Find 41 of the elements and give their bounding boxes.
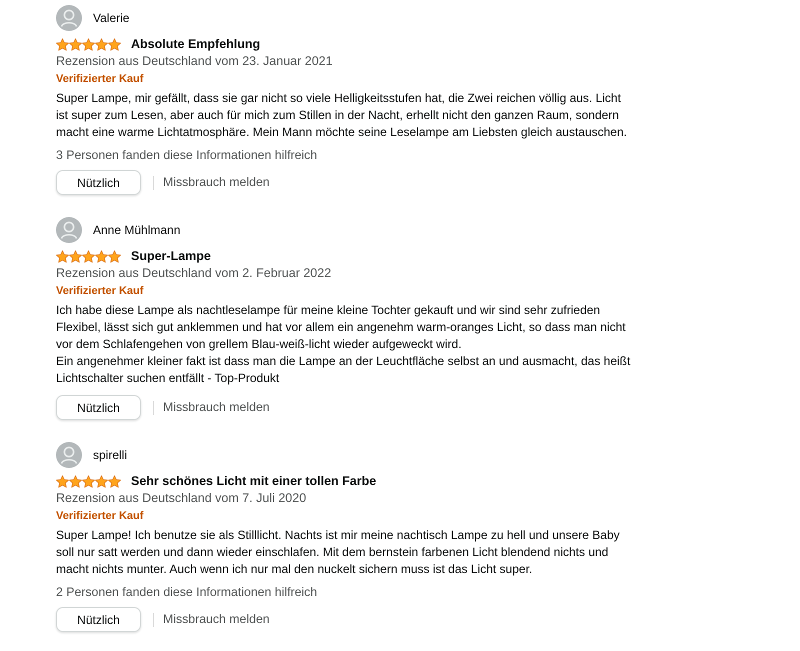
star-icon — [56, 250, 69, 262]
verified-purchase-label: Verifizierter Kauf — [56, 509, 144, 524]
star-icon — [56, 474, 69, 488]
review-text: Super Lampe! Ich benutze sie als Stilllicht. Nachts ist mir meine nachtisch Lampe zu hell und unsere Baby soll nur satt werden und dann wieder einschlafen. Mit dem bernstein farbenen Licht blendend nichts und macht nichts munter. Auch wenn ich nur mal den nuckelt sichern muss ist das Licht super. — [56, 527, 621, 578]
star-icon — [95, 250, 108, 262]
helpful-button[interactable]: Nützlich — [56, 170, 141, 195]
star-icon — [82, 250, 95, 262]
star-icon — [95, 474, 108, 488]
helpful-button[interactable]: Nützlich — [56, 395, 141, 420]
star-icon — [108, 250, 121, 262]
star-icon — [108, 38, 121, 50]
verified-purchase-label: Verifizierter Kauf — [56, 284, 144, 299]
report-abuse-link[interactable]: Missbrauch melden — [163, 398, 270, 417]
star-icon — [82, 38, 95, 50]
star-icon — [82, 474, 95, 488]
verified-purchase-label: Verifizierter Kauf — [56, 72, 144, 87]
review-date: Rezension aus Deutschland vom 2. Februar 2022 — [56, 265, 332, 282]
review-text: Ich habe diese Lampe als nachtleselampe für meine kleine Tochter gekauft und wir sind sehr zufrieden Flexibel, lässt sich gut anklemmen und hat vor allem ein angenehm warm-oranges Licht, so dass man nicht vor dem Schlafengehen von grellem Blau-weiß-licht wieder aufgeweckt wird. Ein angenehmer kleiner fakt ist dass man die Lampe an der Leuchtfläche selbst an und ausmacht, das heißt Lichtschalter suchen entfällt - Top-Produkt — [56, 302, 632, 387]
avatar-icon — [56, 442, 82, 468]
review-title[interactable]: Super-Lampe — [131, 246, 211, 266]
review-title[interactable]: Absolute Empfehlung — [131, 34, 260, 54]
report-abuse-link[interactable]: Missbrauch melden — [163, 610, 270, 629]
review-text: Super Lampe, mir gefällt, dass sie gar nicht so viele Helligkeitsstufen hat, die Zwei reichen völlig aus. Licht ist super zum Lesen, aber auch für mich zum Stillen in der Nacht, erhellt nicht den ganzen Raum, sondern macht eine warme Lichtatmosphäre. Mein Mann möchte seine Leselampe am Liebsten gleich austauschen. — [56, 90, 628, 141]
star-icon — [69, 38, 82, 50]
star-icon — [69, 250, 82, 262]
reviewer-name: Anne Mühlmann — [93, 222, 180, 239]
helpful-count: 2 Personen fanden diese Informationen hilfreich — [56, 584, 318, 601]
review-date: Rezension aus Deutschland vom 7. Juli 2020 — [56, 490, 306, 507]
star-icon — [95, 38, 108, 50]
reviewer-name: spirelli — [93, 447, 128, 464]
reviewer-name: Valerie — [93, 10, 130, 27]
helpful-count: 3 Personen fanden diese Informationen hilfreich — [56, 147, 318, 164]
star-icon — [108, 474, 121, 488]
star-icon — [56, 38, 69, 50]
star-icon — [69, 474, 82, 488]
review-title[interactable]: Sehr schönes Licht mit einer tollen Farbe — [131, 472, 376, 490]
review-date: Rezension aus Deutschland vom 23. Januar 2021 — [56, 53, 333, 70]
helpful-button[interactable]: Nützlich — [56, 607, 141, 632]
avatar-icon — [56, 217, 82, 243]
report-abuse-link[interactable]: Missbrauch melden — [163, 173, 270, 192]
avatar-icon — [56, 5, 82, 31]
